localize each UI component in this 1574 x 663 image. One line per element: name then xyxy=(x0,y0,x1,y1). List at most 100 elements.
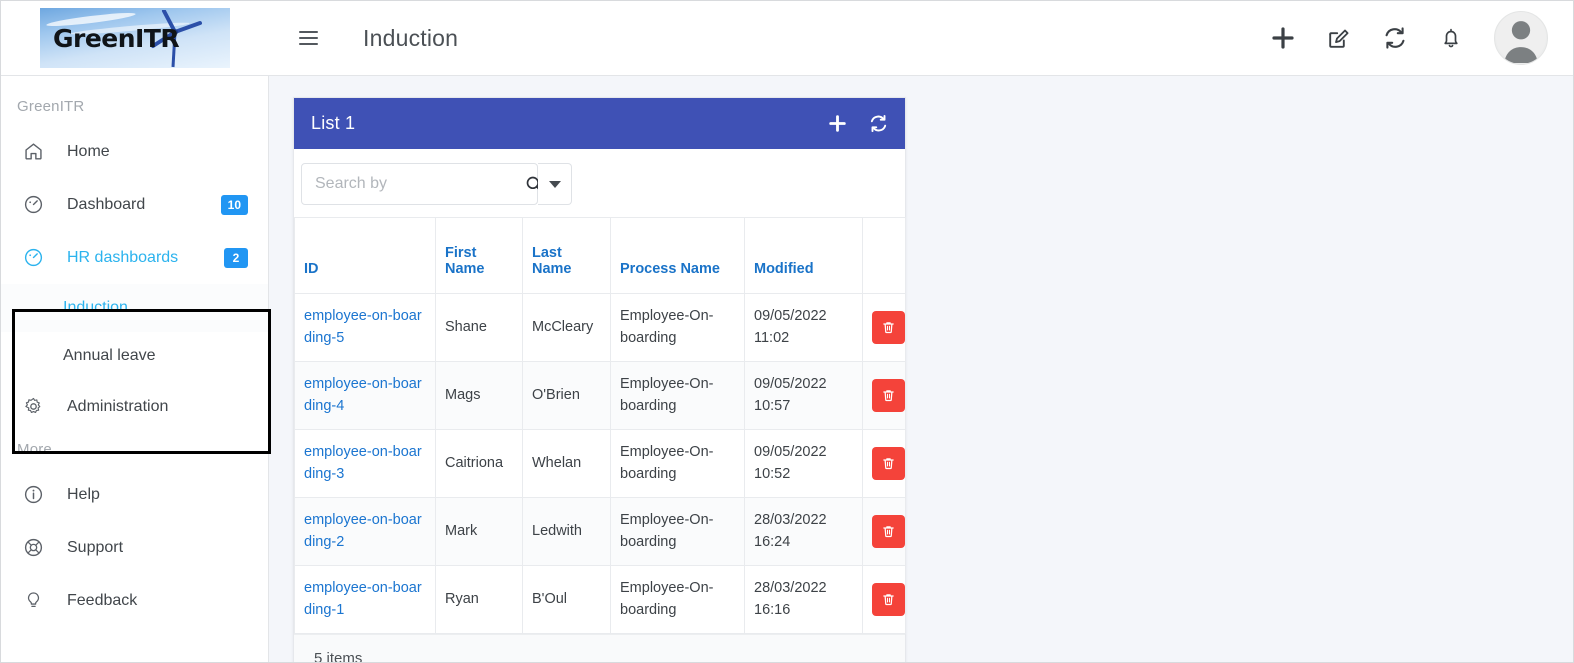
cell-first-name: Mags xyxy=(435,360,523,430)
sidebar-item-dashboard[interactable]: Dashboard 10 xyxy=(1,178,268,231)
table-row[interactable]: employee-on-boarding-1 Ryan B'Oul Employ… xyxy=(294,564,906,634)
column-header-process-name[interactable]: Process Name xyxy=(610,217,745,294)
records-table: ID First Name Last Name Process Name Mod… xyxy=(294,217,906,634)
info-circle-icon xyxy=(23,484,49,505)
column-header-modified[interactable]: Modified xyxy=(744,217,863,294)
sidebar-header: GreenITR xyxy=(17,98,85,115)
application-window: GreenITR Induction GreenITR Home Dashboa… xyxy=(0,0,1574,663)
hamburger-bar xyxy=(298,43,318,45)
sidebar-item-support[interactable]: Support xyxy=(1,521,268,574)
edit-icon[interactable] xyxy=(1326,25,1352,51)
cell-id: employee-on-boarding-2 xyxy=(294,496,436,566)
logo-text: GreenITR xyxy=(53,23,180,53)
table-header-row: ID First Name Last Name Process Name Mod… xyxy=(294,217,906,294)
avatar[interactable] xyxy=(1494,11,1548,65)
record-link[interactable]: employee-on-boarding-5 xyxy=(304,308,422,346)
sidebar-item-label: Home xyxy=(67,142,110,160)
cell-first-name: Mark xyxy=(435,496,523,566)
sidebar-item-induction[interactable]: Induction xyxy=(1,284,268,332)
sidebar-item-label: HR dashboards xyxy=(67,248,179,266)
cell-process-name: Employee-On-boarding xyxy=(610,564,745,634)
table-body: employee-on-boarding-5 Shane McCleary Em… xyxy=(294,293,906,634)
cell-process-name: Employee-On-boarding xyxy=(610,428,745,498)
page-title: Induction xyxy=(363,24,459,51)
lightbulb-icon xyxy=(23,590,49,611)
cell-actions xyxy=(862,293,906,362)
delete-row-button[interactable] xyxy=(872,446,905,480)
delete-row-button[interactable] xyxy=(872,514,905,548)
cell-actions xyxy=(862,564,906,634)
column-header-id[interactable]: ID xyxy=(294,217,436,294)
table-row[interactable]: employee-on-boarding-5 Shane McCleary Em… xyxy=(294,293,906,362)
sidebar-item-label: Help xyxy=(67,485,100,503)
cell-id: employee-on-boarding-1 xyxy=(294,564,436,634)
cell-modified: 09/05/2022 10:52 xyxy=(744,428,863,498)
add-record-icon[interactable] xyxy=(828,114,847,133)
delete-row-button[interactable] xyxy=(872,310,905,344)
record-link[interactable]: employee-on-boarding-2 xyxy=(304,512,422,550)
record-link[interactable]: employee-on-boarding-3 xyxy=(304,444,422,482)
record-link[interactable]: employee-on-boarding-1 xyxy=(304,580,422,618)
cell-id: employee-on-boarding-3 xyxy=(294,428,436,498)
search-field-wrapper xyxy=(301,163,542,205)
cell-first-name: Shane xyxy=(435,293,523,362)
cell-actions xyxy=(862,496,906,566)
delete-row-button[interactable] xyxy=(872,582,905,616)
delete-row-button[interactable] xyxy=(872,378,905,412)
sidebar-item-annual-leave[interactable]: Annual leave xyxy=(1,332,268,380)
life-ring-icon xyxy=(23,537,49,558)
sidebar-item-help[interactable]: Help xyxy=(1,468,268,521)
search-input[interactable] xyxy=(302,174,524,194)
search-options-dropdown[interactable] xyxy=(538,163,572,205)
record-link[interactable]: employee-on-boarding-4 xyxy=(304,376,422,414)
cell-modified: 09/05/2022 11:02 xyxy=(744,293,863,362)
sidebar-item-hr-dashboards[interactable]: HR dashboards 2 xyxy=(1,231,268,284)
gauge-icon xyxy=(23,194,49,215)
table-row[interactable]: employee-on-boarding-2 Mark Ledwith Empl… xyxy=(294,496,906,566)
cell-last-name: O'Brien xyxy=(522,360,611,430)
notifications-bell-icon[interactable] xyxy=(1438,25,1464,51)
sidebar-item-administration[interactable]: Administration xyxy=(1,380,268,433)
table-footer: 5 items xyxy=(294,633,905,662)
cell-first-name: Ryan xyxy=(435,564,523,634)
refresh-icon[interactable] xyxy=(1382,25,1408,51)
cell-last-name: McCleary xyxy=(522,293,611,362)
top-navigation-bar: GreenITR Induction xyxy=(1,1,1573,76)
cell-last-name: Whelan xyxy=(522,428,611,498)
sidebar-more-header: More xyxy=(17,441,52,458)
sidebar-subitem-label: Induction xyxy=(63,299,128,316)
cell-id: employee-on-boarding-4 xyxy=(294,360,436,430)
add-icon[interactable] xyxy=(1270,25,1296,51)
search-toolbar xyxy=(294,149,905,217)
table-row[interactable]: employee-on-boarding-3 Caitriona Whelan … xyxy=(294,428,906,498)
cell-id: employee-on-boarding-5 xyxy=(294,293,436,362)
cell-process-name: Employee-On-boarding xyxy=(610,293,745,362)
card-header-actions xyxy=(828,114,888,133)
cell-actions xyxy=(862,360,906,430)
table-row[interactable]: employee-on-boarding-4 Mags O'Brien Empl… xyxy=(294,360,906,430)
cell-last-name: B'Oul xyxy=(522,564,611,634)
greenitr-logo[interactable]: GreenITR xyxy=(40,8,230,68)
table-head: ID First Name Last Name Process Name Mod… xyxy=(294,217,906,294)
sidebar-item-label: Dashboard xyxy=(67,195,146,213)
sidebar-item-label: Support xyxy=(67,538,124,556)
refresh-list-icon[interactable] xyxy=(869,114,888,133)
hamburger-bar xyxy=(298,31,318,33)
status-badge: 2 xyxy=(224,247,248,268)
cell-modified: 09/05/2022 10:57 xyxy=(744,360,863,430)
column-header-first-name[interactable]: First Name xyxy=(435,217,523,294)
cell-actions xyxy=(862,428,906,498)
topbar-actions xyxy=(1270,11,1573,65)
sidebar-item-feedback[interactable]: Feedback xyxy=(1,574,268,627)
status-badge: 10 xyxy=(220,194,248,215)
logo-container[interactable]: GreenITR xyxy=(1,1,269,75)
hamburger-menu-icon[interactable] xyxy=(293,23,323,53)
column-header-last-name[interactable]: Last Name xyxy=(522,217,611,294)
card-title: List 1 xyxy=(311,113,356,133)
sidebar-item-home[interactable]: Home xyxy=(1,125,268,178)
sidebar: GreenITR Home Dashboard 10 HR dashboards… xyxy=(1,76,271,662)
cell-process-name: Employee-On-boarding xyxy=(610,360,745,430)
sidebar-item-label: Feedback xyxy=(67,591,138,609)
cell-process-name: Employee-On-boarding xyxy=(610,496,745,566)
main-content: List 1 Search by ID First Name Last Name… xyxy=(269,76,1573,662)
